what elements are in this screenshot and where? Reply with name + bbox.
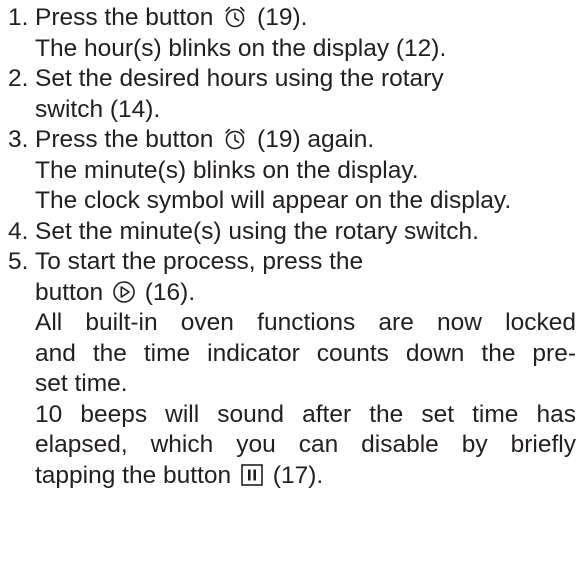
step-text: tapping the button (35, 461, 232, 489)
step-2: 2. Set the desired hours using the rotar… (0, 64, 578, 125)
step-5: 5. To start the process, press the butto… (0, 247, 578, 491)
step-line: Press the button (19) again. (35, 125, 578, 156)
step-line: All built-in oven functions are now lock… (35, 309, 576, 336)
step-text: (17). (272, 461, 324, 489)
step-text: (19) again. (257, 126, 375, 153)
step-number: 2. (8, 65, 29, 92)
step-line: tapping the button (17). (35, 461, 578, 492)
step-line: Set the desired hours using the rotary (35, 65, 444, 92)
alarm-clock-icon (222, 5, 248, 29)
alarm-clock-icon (222, 127, 248, 151)
step-line: The minute(s) blinks on the display. (35, 156, 419, 184)
step-3: 3. Press the button (19) again. The minu… (0, 125, 578, 217)
step-number: 3. (8, 126, 29, 153)
step-text: (16). (144, 278, 196, 306)
step-line: To start the process, press the (35, 248, 364, 275)
step-line: The clock symbol will appear on the disp… (35, 187, 512, 214)
step-line: and the time indicator counts down the p… (35, 339, 576, 367)
step-number: 1. (8, 4, 29, 31)
step-text: Press the button (35, 126, 214, 153)
play-circle-icon (112, 280, 136, 304)
step-line: The hour(s) blinks on the display (12). (35, 34, 447, 62)
step-number: 5. (8, 248, 29, 275)
step-4: 4. Set the minute(s) using the rotary sw… (0, 217, 578, 248)
step-line: Press the button (19). (35, 3, 578, 34)
step-line: set time. (35, 370, 128, 397)
step-line: switch (14). (35, 95, 161, 123)
step-1: 1. Press the button (19). The hour(s) bl… (0, 3, 578, 64)
step-line: elapsed, which you can disable by briefl… (35, 431, 576, 458)
step-line: 10 beeps will sound after the set time h… (35, 400, 576, 428)
step-line: Set the minute(s) using the rotary switc… (35, 217, 479, 245)
instruction-list: 1. Press the button (19). The hour(s) bl… (0, 3, 578, 491)
step-text: button (35, 278, 104, 306)
step-text: (19). (257, 4, 308, 31)
pause-square-icon (240, 463, 264, 487)
step-text: Press the button (35, 4, 214, 31)
step-line: button (16). (35, 278, 578, 309)
step-number: 4. (8, 217, 29, 245)
